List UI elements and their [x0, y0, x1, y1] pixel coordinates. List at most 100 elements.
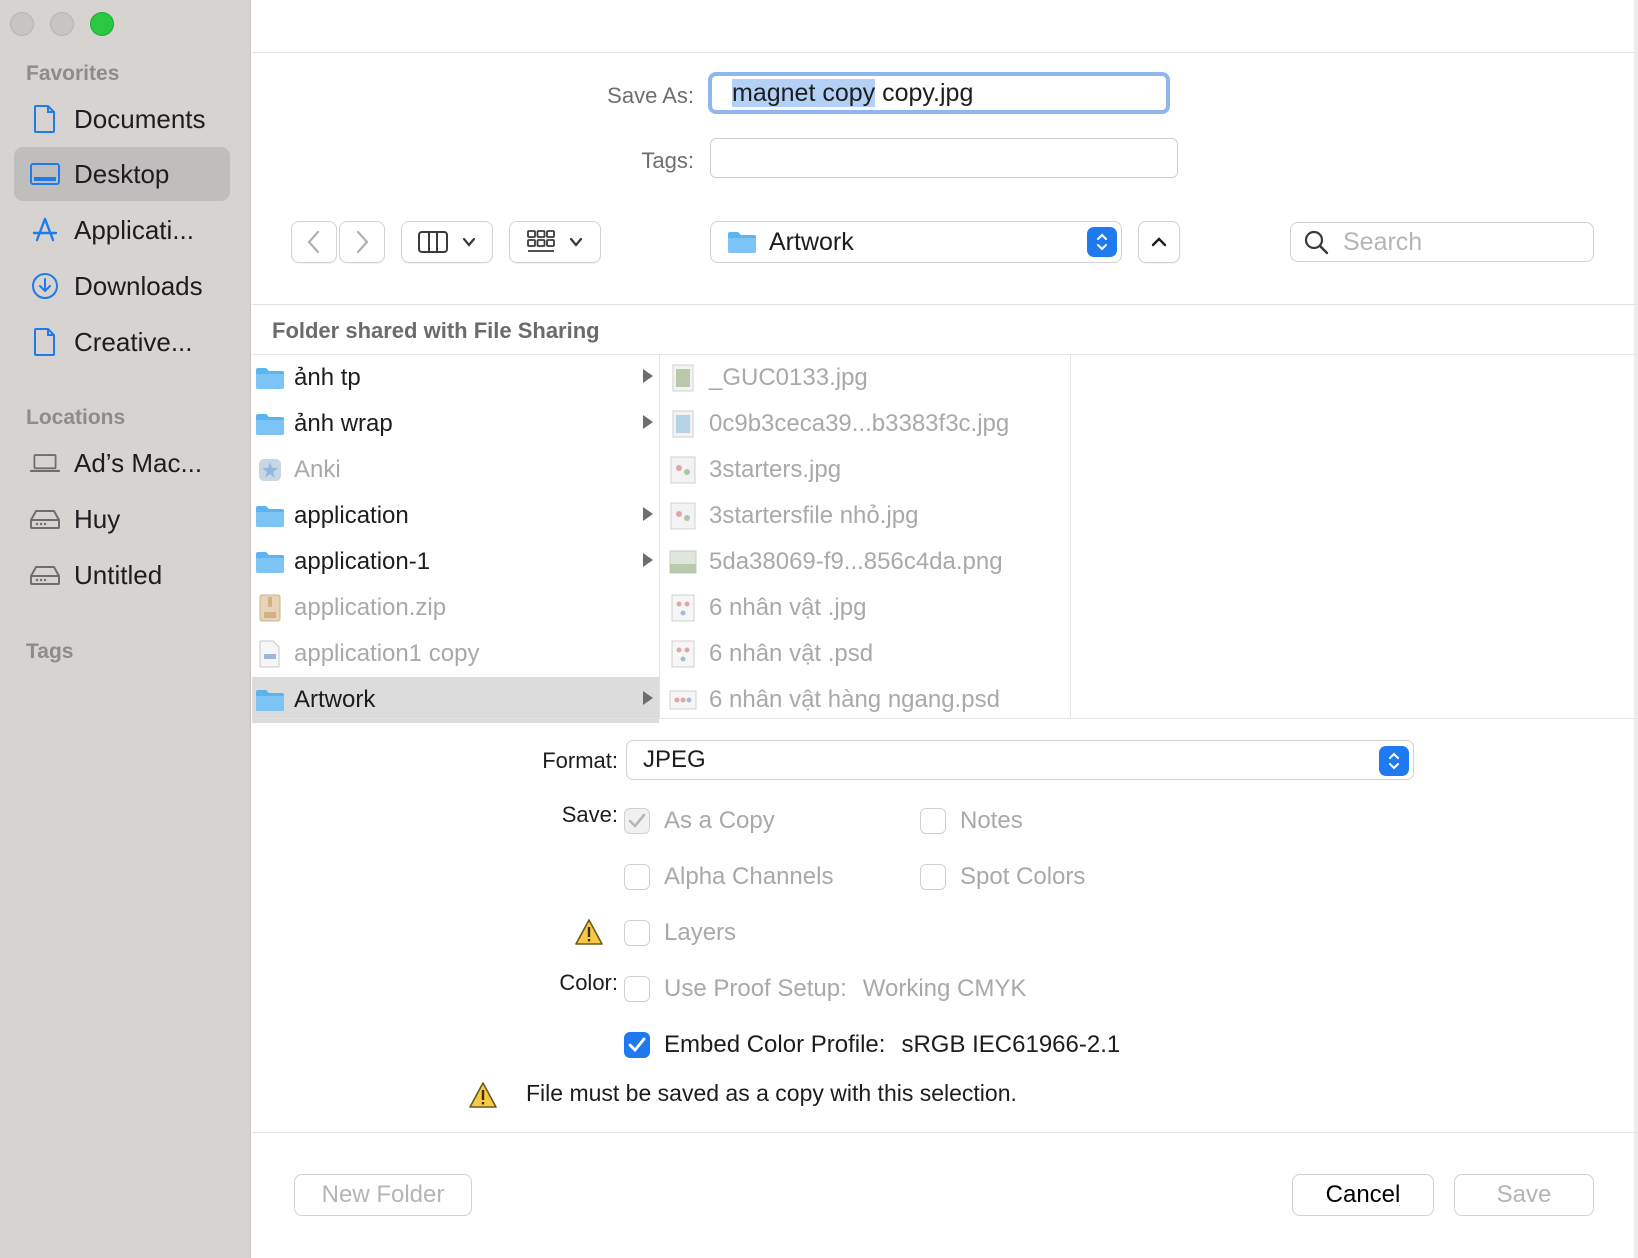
location-popup[interactable]: Artwork	[710, 221, 1122, 263]
sidebar-item-downloads[interactable]: Downloads	[14, 259, 230, 313]
file-icon	[254, 639, 286, 669]
folder-icon	[728, 232, 756, 253]
tags-field[interactable]	[710, 138, 1178, 178]
sidebar-item-documents[interactable]: Documents	[14, 92, 230, 146]
item-name: 5da38069-f9...856c4da.png	[709, 548, 1003, 575]
checkbox[interactable]	[920, 864, 946, 890]
view-mode-button[interactable]	[401, 221, 493, 263]
checkbox[interactable]	[920, 808, 946, 834]
spot-colors-checkbox[interactable]: Spot Colors	[920, 863, 1085, 891]
desktop-icon	[30, 159, 60, 189]
list-item[interactable]: 6 nhân vật hàng ngang.psd	[661, 677, 1070, 723]
search-field[interactable]	[1290, 222, 1594, 262]
list-item[interactable]: 3starters.jpg	[661, 447, 1070, 493]
sidebar-item-untitled[interactable]: Untitled	[14, 548, 230, 602]
chevron-left-icon	[307, 230, 320, 254]
item-name: 0c9b3ceca39...b3383f3c.jpg	[709, 410, 1010, 437]
checkbox-label: Notes	[960, 807, 1023, 834]
save-button[interactable]: Save	[1454, 1174, 1594, 1216]
checkbox[interactable]	[624, 976, 650, 1002]
list-item[interactable]: 5da38069-f9...856c4da.png	[661, 539, 1070, 585]
back-button[interactable]	[291, 221, 337, 263]
checkbox-label: Layers	[664, 919, 737, 946]
use-proof-setup-checkbox[interactable]: Use Proof Setup: Working CMYK	[624, 975, 1026, 1003]
sidebar-item-desktop[interactable]: Desktop	[14, 147, 230, 201]
color-profile-value: sRGB IEC61966-2.1	[901, 1031, 1121, 1058]
sidebar-item-applications[interactable]: Applicati...	[14, 203, 230, 257]
sidebar: Favorites Documents Desktop Applicati...…	[0, 0, 251, 1258]
item-name: application-1	[294, 548, 431, 575]
format-popup[interactable]: JPEG	[626, 740, 1414, 780]
drive-icon	[30, 560, 60, 590]
list-item[interactable]: Artwork	[252, 677, 659, 723]
sidebar-item-mac[interactable]: Ad’s Mac...	[14, 436, 230, 490]
item-name: 3startersfile nhỏ.jpg	[709, 502, 919, 529]
list-item[interactable]: 6 nhân vật .psd	[661, 631, 1070, 677]
browser-column-2: _GUC0133.jpg 0c9b3ceca39...b3383f3c.jpg …	[661, 355, 1071, 718]
grid-view-icon	[527, 230, 555, 252]
expand-collapse-button[interactable]	[1138, 221, 1180, 263]
list-item[interactable]: Anki	[252, 447, 659, 493]
zoom-window-button[interactable]	[90, 12, 114, 36]
cancel-button[interactable]: Cancel	[1292, 1174, 1434, 1216]
chevron-down-icon	[462, 237, 476, 247]
sidebar-item-creative[interactable]: Creative...	[14, 315, 230, 369]
image-file-icon	[667, 639, 699, 669]
chevron-right-icon	[356, 230, 369, 254]
window-edge	[1634, 0, 1638, 1258]
item-name: 6 nhân vật .jpg	[709, 594, 867, 621]
close-window-button[interactable]	[10, 12, 34, 36]
list-item[interactable]: application	[252, 493, 659, 539]
image-file-icon	[667, 547, 699, 577]
item-name: Artwork	[294, 686, 376, 713]
folder-icon	[254, 547, 286, 577]
list-item[interactable]: 6 nhân vật .jpg	[661, 585, 1070, 631]
checkbox[interactable]	[624, 920, 650, 946]
notes-checkbox[interactable]: Notes	[920, 807, 1023, 835]
checkbox-label: Alpha Channels	[664, 863, 834, 890]
format-value: JPEG	[643, 746, 706, 773]
proof-setup-value: Working CMYK	[862, 975, 1027, 1002]
image-file-icon	[667, 363, 699, 393]
popup-stepper-icon	[1087, 227, 1117, 257]
as-a-copy-checkbox[interactable]: As a Copy	[624, 807, 775, 835]
item-name: application	[294, 502, 409, 529]
list-item[interactable]: _GUC0133.jpg	[661, 355, 1070, 401]
group-button[interactable]	[509, 221, 601, 263]
downloads-icon	[30, 271, 60, 301]
sidebar-item-huy[interactable]: Huy	[14, 492, 230, 546]
folder-icon	[254, 363, 286, 393]
list-item[interactable]: ảnh wrap	[252, 401, 659, 447]
forward-button[interactable]	[339, 221, 385, 263]
list-item[interactable]: 3startersfile nhỏ.jpg	[661, 493, 1070, 539]
embed-color-profile-checkbox[interactable]: Embed Color Profile: sRGB IEC61966-2.1	[624, 1031, 1120, 1059]
popup-stepper-icon	[1379, 746, 1409, 776]
list-item[interactable]: application-1	[252, 539, 659, 585]
alpha-channels-checkbox[interactable]: Alpha Channels	[624, 863, 833, 891]
new-folder-button[interactable]: New Folder	[294, 1174, 472, 1216]
document-icon	[30, 104, 60, 134]
folder-icon	[254, 685, 286, 715]
item-name: application.zip	[294, 594, 447, 621]
browser-title: Folder shared with File Sharing	[272, 318, 600, 343]
checkbox[interactable]	[624, 1032, 650, 1058]
sidebar-item-label: Applicati...	[74, 214, 194, 245]
list-item[interactable]: 0c9b3ceca39...b3383f3c.jpg	[661, 401, 1070, 447]
minimize-window-button[interactable]	[50, 12, 74, 36]
checkbox[interactable]	[624, 864, 650, 890]
item-name: 6 nhân vật hàng ngang.psd	[709, 686, 1000, 713]
color-options-label: Color:	[559, 970, 618, 995]
checkbox-label: Spot Colors	[960, 863, 1086, 890]
laptop-icon	[30, 448, 60, 478]
save-dialog: Save As: magnet copy copy.jpg Tags: Artw…	[252, 0, 1638, 1258]
search-input[interactable]	[1343, 227, 1573, 257]
save-as-field[interactable]: magnet copy copy.jpg	[708, 72, 1170, 114]
image-file-icon	[667, 593, 699, 623]
disclosure-arrow-icon	[643, 691, 653, 705]
list-item[interactable]: application.zip	[252, 585, 659, 631]
disclosure-arrow-icon	[643, 369, 653, 383]
list-item[interactable]: ảnh tp	[252, 355, 659, 401]
layers-checkbox[interactable]: Layers	[624, 919, 736, 947]
list-item[interactable]: application1 copy	[252, 631, 659, 677]
checkbox[interactable]	[624, 808, 650, 834]
